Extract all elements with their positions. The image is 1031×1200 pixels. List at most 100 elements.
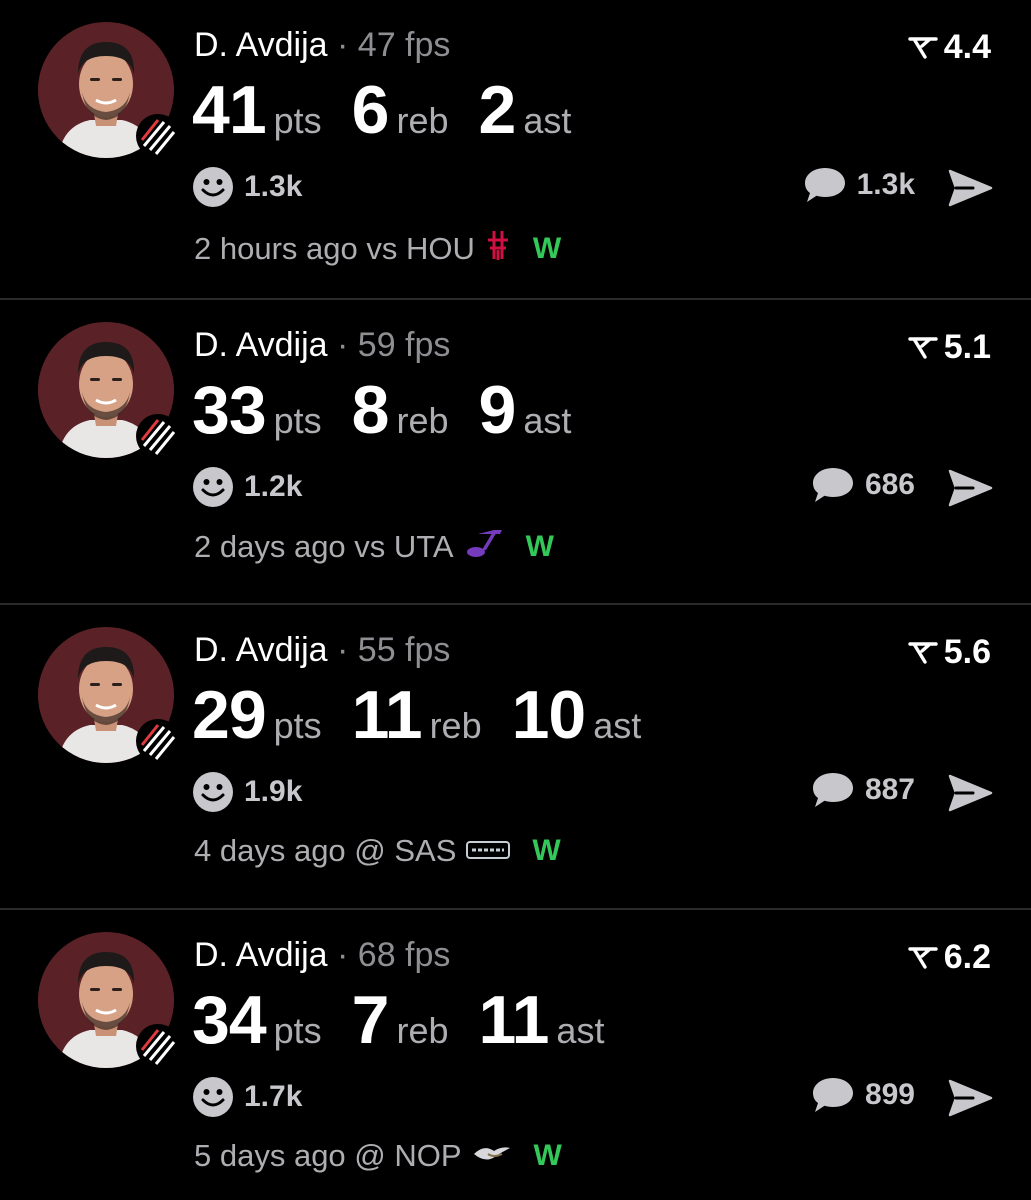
stat-pts: 41 pts <box>192 72 322 148</box>
post-feed: D. Avdija · 47 fps 4.4 41 pts 6 reb 2 ast 1.3… <box>0 0 1031 1200</box>
post-header: D. Avdija · 55 fps <box>194 629 450 671</box>
share-button[interactable] <box>947 773 993 818</box>
stat-unit: pts <box>273 100 322 141</box>
stat-unit: pts <box>273 705 322 746</box>
stat-pts: 34 pts <box>192 982 322 1058</box>
game-post-card[interactable]: D. Avdija · 47 fps 4.4 41 pts 6 reb 2 ast 1.3… <box>0 0 1031 298</box>
stat-value: 34 <box>192 982 267 1058</box>
stat-value: 29 <box>192 677 267 753</box>
player-name[interactable]: D. Avdija <box>194 326 328 364</box>
game-info[interactable]: 5 days ago @ NOP W <box>194 1138 562 1174</box>
stat-pts: 33 pts <box>192 372 322 448</box>
rating-arrow-icon <box>908 641 938 664</box>
paper-plane-icon <box>948 774 993 812</box>
game-post-card[interactable]: D. Avdija · 59 fps 5.1 33 pts 8 reb 9 ast 1.2… <box>0 298 1031 603</box>
game-info[interactable]: 2 hours ago vs HOU W <box>194 228 561 270</box>
player-name[interactable]: D. Avdija <box>194 26 328 64</box>
fantasy-points: · 68 fps <box>337 936 451 974</box>
reactions-button[interactable]: 1.2k <box>192 466 302 508</box>
game-post-card[interactable]: D. Avdija · 55 fps 5.6 29 pts 11 reb 10 ast 1… <box>0 603 1031 908</box>
reactions-button[interactable]: 1.7k <box>192 1076 302 1118</box>
speech-bubble-icon <box>812 1078 853 1112</box>
stat-unit: ast <box>556 1010 605 1051</box>
stat-unit: pts <box>273 1010 322 1051</box>
rockets-logo <box>485 228 511 270</box>
stat-value: 8 <box>351 372 390 448</box>
stat-unit: ast <box>523 100 572 141</box>
game-result: W <box>533 1139 562 1172</box>
player-avatar[interactable] <box>38 627 180 763</box>
trail-blazers-pinwheel-icon <box>136 1024 180 1068</box>
stat-line: 41 pts 6 reb 2 ast <box>192 72 601 148</box>
stat-value: 9 <box>478 372 517 448</box>
trail-blazers-pinwheel-icon <box>136 414 180 458</box>
stat-value: 11 <box>478 982 550 1058</box>
smiley-icon <box>193 1077 233 1117</box>
stat-pts: 29 pts <box>192 677 322 753</box>
stat-line: 33 pts 8 reb 9 ast <box>192 372 601 448</box>
smiley-icon <box>193 167 233 207</box>
stat-unit: reb <box>396 100 449 141</box>
stat-value: 10 <box>511 677 587 753</box>
reactions-count: 1.7k <box>244 1080 303 1113</box>
stat-reb: 8 reb <box>352 372 449 448</box>
time-and-opponent: 2 hours ago vs HOU <box>194 231 475 266</box>
rating[interactable]: 6.2 <box>908 938 991 977</box>
share-button[interactable] <box>947 1078 993 1123</box>
post-header: D. Avdija · 47 fps <box>194 24 450 66</box>
share-button[interactable] <box>947 468 993 513</box>
share-button[interactable] <box>947 168 993 213</box>
reactions-button[interactable]: 1.9k <box>192 771 302 813</box>
stat-unit: ast <box>593 705 642 746</box>
rating-arrow-icon <box>908 946 938 969</box>
comments-count: 899 <box>864 1078 915 1111</box>
comments-button[interactable]: 686 <box>811 466 915 504</box>
game-info[interactable]: 2 days ago vs UTA W <box>194 528 554 566</box>
rating-arrow-icon <box>908 36 938 59</box>
stat-reb: 6 reb <box>352 72 449 148</box>
stat-ast: 2 ast <box>479 72 572 148</box>
rating[interactable]: 4.4 <box>908 28 991 67</box>
comments-button[interactable]: 1.3k <box>803 166 915 204</box>
rating-value: 5.6 <box>943 633 991 671</box>
speech-bubble-icon <box>812 773 853 807</box>
rating[interactable]: 5.6 <box>908 633 991 672</box>
player-avatar[interactable] <box>38 322 180 458</box>
reactions-button[interactable]: 1.3k <box>192 166 302 208</box>
fantasy-points: · 55 fps <box>337 631 451 669</box>
game-post-card[interactable]: D. Avdija · 68 fps 6.2 34 pts 7 reb 11 ast 1.… <box>0 908 1031 1200</box>
trail-blazers-pinwheel-icon <box>136 719 180 763</box>
comments-button[interactable]: 899 <box>811 1076 915 1114</box>
stat-unit: reb <box>429 705 482 746</box>
stat-value: 7 <box>351 982 390 1058</box>
post-header: D. Avdija · 68 fps <box>194 934 450 976</box>
game-info[interactable]: 4 days ago @ SAS W <box>194 833 561 869</box>
rating-value: 5.1 <box>943 328 991 366</box>
rating-arrow-icon <box>908 336 938 359</box>
paper-plane-icon <box>948 169 993 207</box>
smiley-icon <box>193 772 233 812</box>
reactions-count: 1.2k <box>244 470 303 503</box>
player-avatar[interactable] <box>38 932 180 1068</box>
game-result: W <box>532 232 562 265</box>
stat-line: 29 pts 11 reb 10 ast <box>192 677 671 753</box>
rating-value: 6.2 <box>943 938 991 976</box>
stat-ast: 11 ast <box>479 982 605 1058</box>
stat-unit: pts <box>273 400 322 441</box>
paper-plane-icon <box>948 1079 993 1117</box>
player-avatar[interactable] <box>38 22 180 158</box>
stat-value: 11 <box>351 677 423 753</box>
stat-reb: 7 reb <box>352 982 449 1058</box>
game-result: W <box>525 530 554 563</box>
time-and-opponent: 2 days ago vs UTA <box>194 529 454 564</box>
rating[interactable]: 5.1 <box>908 328 991 367</box>
speech-bubble-icon <box>804 168 845 202</box>
smiley-icon <box>193 467 233 507</box>
player-name[interactable]: D. Avdija <box>194 631 328 669</box>
jazz-logo <box>464 528 504 566</box>
comments-button[interactable]: 887 <box>811 771 915 809</box>
player-name[interactable]: D. Avdija <box>194 936 328 974</box>
reactions-count: 1.9k <box>244 775 303 808</box>
rating-value: 4.4 <box>943 28 991 66</box>
stat-unit: reb <box>396 1010 449 1051</box>
